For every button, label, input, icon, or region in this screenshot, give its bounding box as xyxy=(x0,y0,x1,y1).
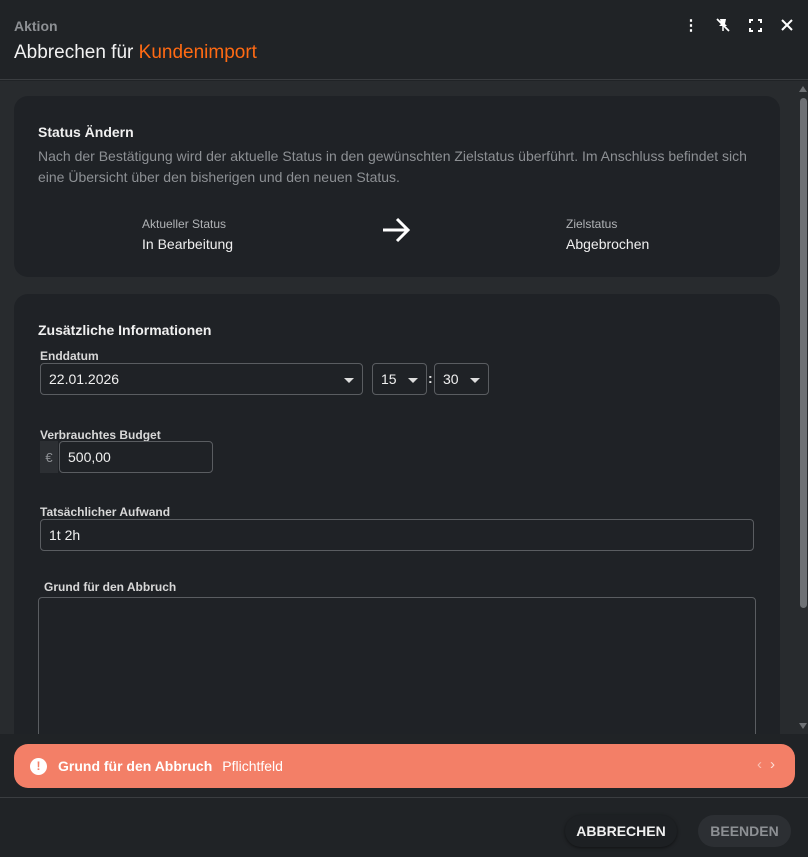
target-status-label: Zielstatus xyxy=(566,217,617,231)
unpin-icon[interactable] xyxy=(714,16,732,34)
end-date-label: Enddatum xyxy=(40,349,99,363)
current-status-value: In Bearbeitung xyxy=(142,236,233,252)
budget-label: Verbrauchtes Budget xyxy=(40,428,161,442)
currency-prefix: € xyxy=(40,441,58,473)
end-date-select[interactable]: 22.01.2026 xyxy=(40,363,363,395)
finish-button[interactable]: BEENDEN xyxy=(698,815,791,847)
arrow-right-icon xyxy=(380,216,412,249)
additional-info-card: Zusätzliche Informationen Enddatum 22.01… xyxy=(14,294,780,734)
hour-select[interactable]: 15 xyxy=(372,363,427,395)
scroll-up-icon[interactable] xyxy=(799,86,807,92)
reason-label: Grund für den Abbruch xyxy=(44,580,176,594)
chevron-down-icon xyxy=(344,378,354,383)
target-status-value: Abgebrochen xyxy=(566,236,649,252)
info-card-title: Zusätzliche Informationen xyxy=(38,322,211,338)
reason-textarea[interactable] xyxy=(38,597,756,734)
effort-input[interactable]: 1t 2h xyxy=(40,519,754,551)
alert-icon: ! xyxy=(30,758,47,775)
time-separator: : xyxy=(428,370,433,386)
chevron-left-icon[interactable]: ‹ xyxy=(757,756,762,773)
status-card-description: Nach der Bestätigung wird der aktuelle S… xyxy=(38,146,758,188)
dialog-header: Aktion Abbrechen für Kundenimport ⋮ xyxy=(0,0,808,80)
chevron-down-icon xyxy=(470,378,480,383)
fullscreen-icon[interactable] xyxy=(746,16,764,34)
dialog-content: Status Ändern Nach der Bestätigung wird … xyxy=(0,81,808,734)
scroll-down-icon[interactable] xyxy=(799,723,807,729)
budget-input[interactable]: 500,00 xyxy=(59,441,213,473)
dialog-footer: ABBRECHEN BEENDEN xyxy=(0,797,808,857)
more-vertical-icon[interactable]: ⋮ xyxy=(682,16,700,34)
effort-label: Tatsächlicher Aufwand xyxy=(40,505,170,519)
toast-field: Grund für den Abbruch xyxy=(58,758,212,774)
toast-message: Pflichtfeld xyxy=(222,758,283,774)
scrollbar[interactable] xyxy=(798,81,808,734)
status-change-card: Status Ändern Nach der Bestätigung wird … xyxy=(14,96,780,277)
cancel-button[interactable]: ABBRECHEN xyxy=(565,815,677,847)
dialog-title: Abbrechen für Kundenimport xyxy=(14,42,257,64)
entity-name: Kundenimport xyxy=(139,42,257,63)
chevron-right-icon[interactable]: › xyxy=(770,756,775,773)
close-icon[interactable] xyxy=(778,16,796,34)
dialog-kicker: Aktion xyxy=(14,18,58,34)
status-card-title: Status Ändern xyxy=(38,124,134,140)
scrollbar-thumb[interactable] xyxy=(800,98,807,608)
current-status-label: Aktueller Status xyxy=(142,217,226,231)
chevron-down-icon xyxy=(408,378,418,383)
minute-select[interactable]: 30 xyxy=(434,363,489,395)
validation-toast: ! Grund für den Abbruch Pflichtfeld ‹ › xyxy=(14,744,795,788)
